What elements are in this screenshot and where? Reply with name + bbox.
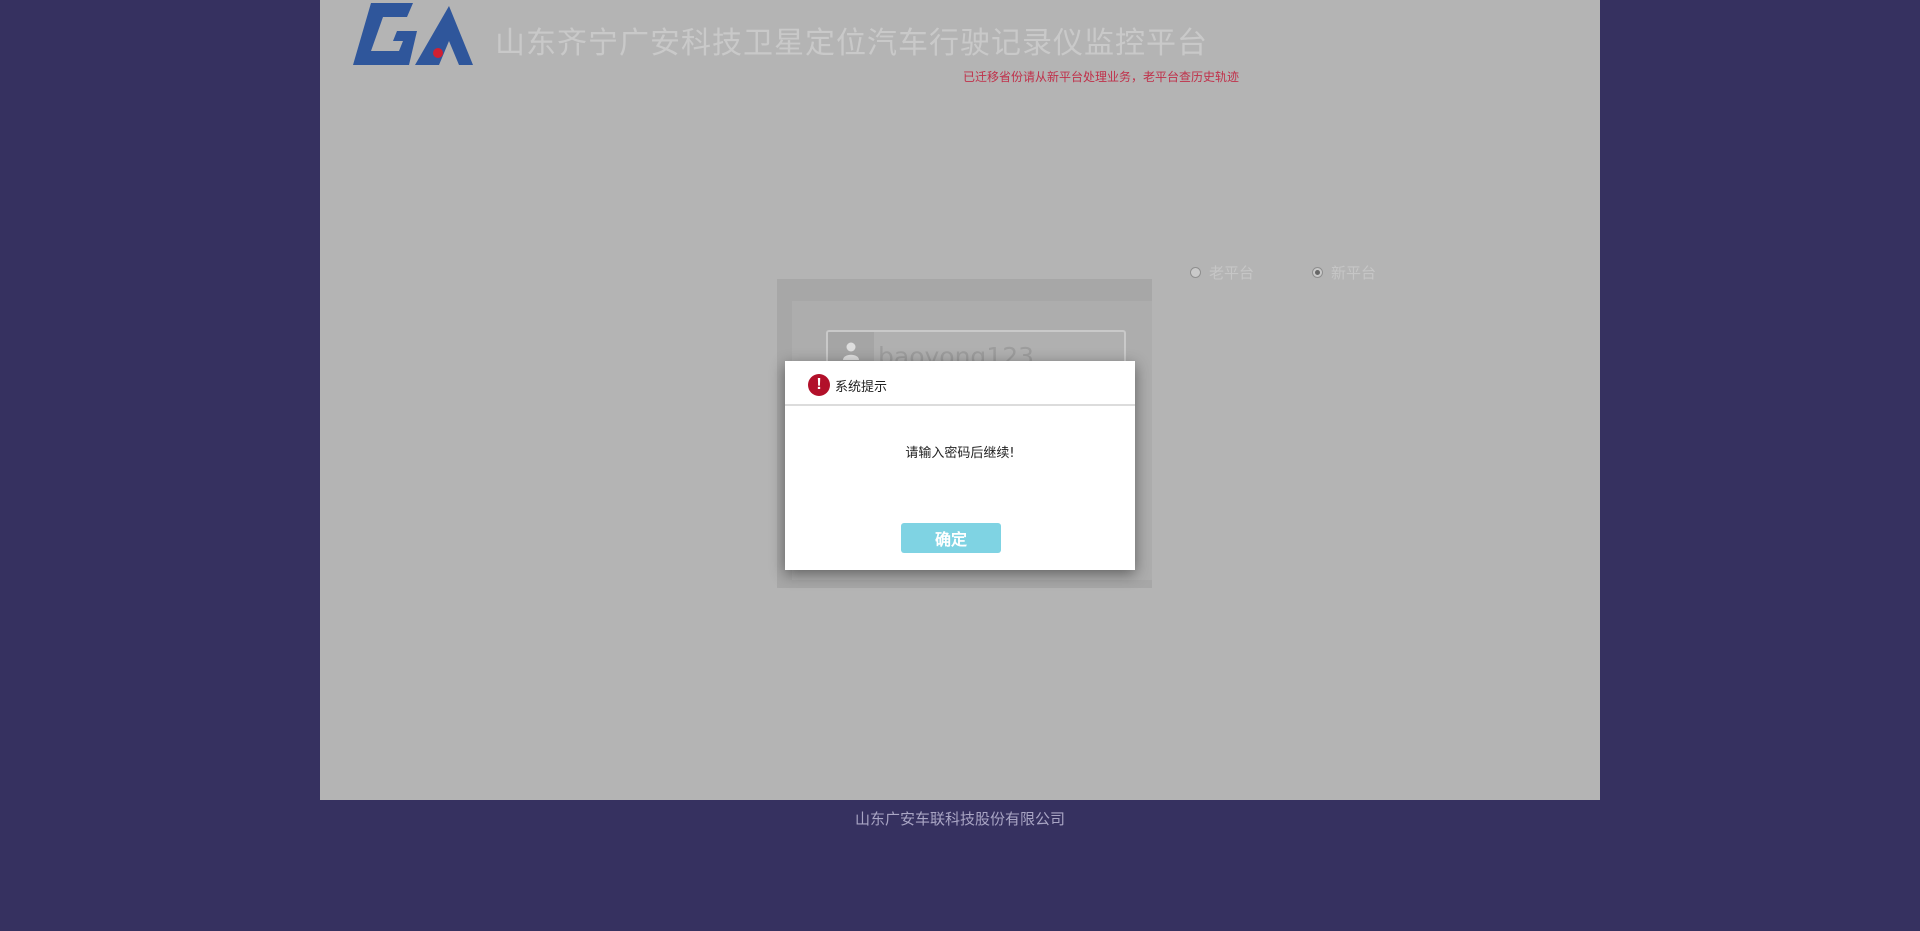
alert-icon: ! — [808, 374, 830, 396]
dialog-message: 请输入密码后继续! — [905, 446, 1015, 461]
old-platform-radio[interactable]: 老平台 — [1190, 262, 1254, 283]
migration-notice: 已迁移省份请从新平台处理业务，老平台查历史轨迹 — [963, 70, 1240, 84]
radio-checked-icon[interactable] — [1312, 267, 1323, 278]
site-title: 山东齐宁广安科技卫星定位汽车行驶记录仪监控平台 — [495, 26, 1208, 61]
new-platform-label: 新平台 — [1331, 264, 1377, 282]
old-platform-label: 老平台 — [1209, 264, 1255, 282]
dialog-header: ! 系统提示 — [785, 361, 1135, 406]
ga-logo-icon — [353, 3, 473, 65]
dialog-title: 系统提示 — [835, 380, 888, 395]
radio-unchecked-icon[interactable] — [1190, 267, 1201, 278]
confirm-button[interactable]: 确定 — [901, 523, 1001, 553]
footer-company-name: 山东广安车联科技股份有限公司 — [854, 810, 1065, 828]
new-platform-radio[interactable]: 新平台 — [1312, 262, 1376, 283]
system-alert-dialog: ! 系统提示 请输入密码后继续! 确定 — [785, 361, 1135, 570]
